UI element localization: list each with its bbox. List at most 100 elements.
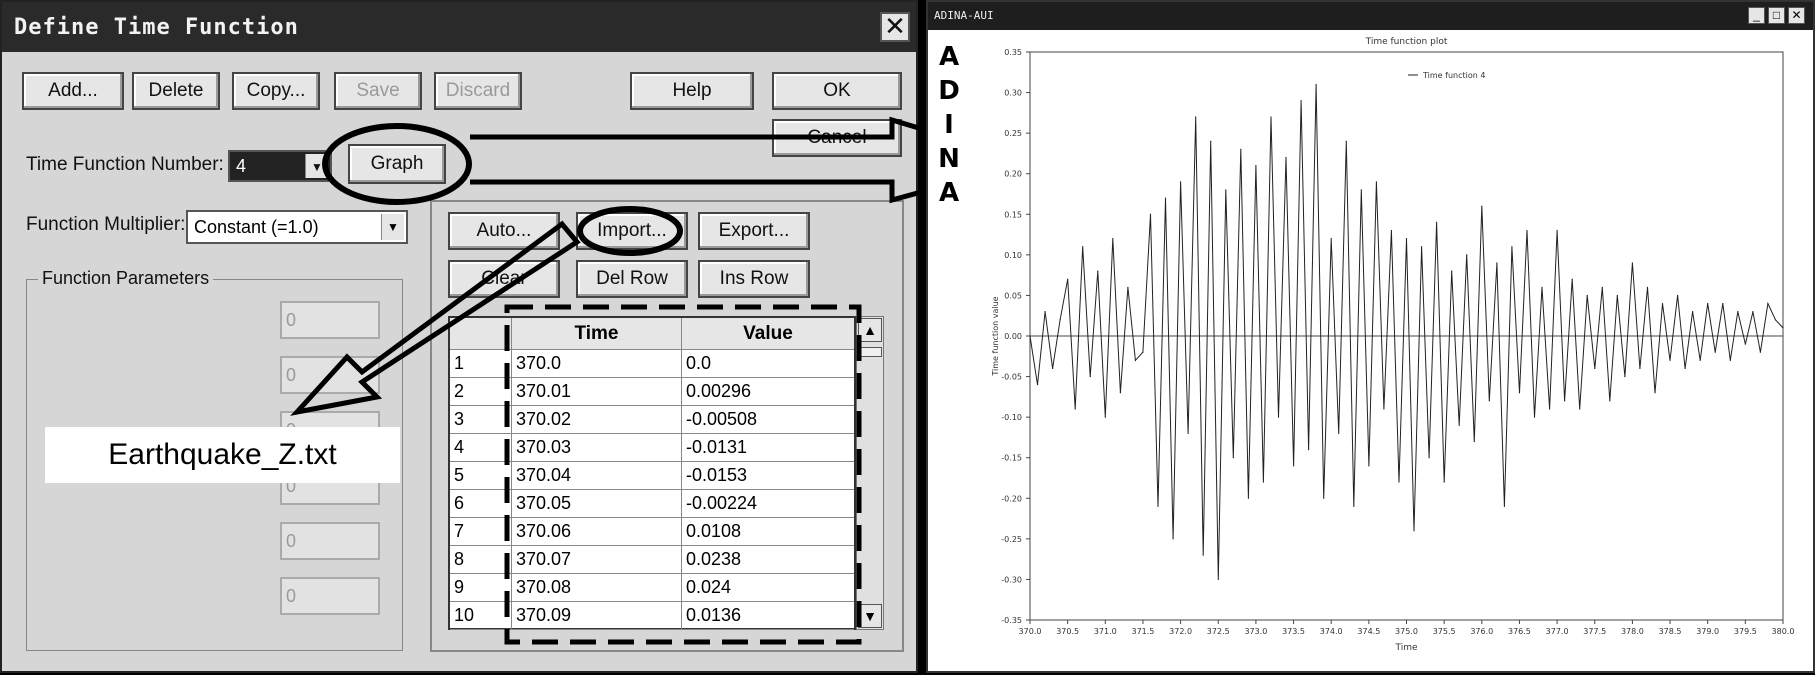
table-row[interactable]: 5 370.04 -0.0153 [450, 462, 854, 490]
row-number: 3 [450, 406, 512, 433]
value-cell[interactable]: 0.00296 [682, 378, 854, 405]
data-point [1744, 343, 1746, 345]
data-point [1390, 229, 1393, 232]
table-scrollbar[interactable]: ▲ ▼ [856, 316, 884, 630]
time-cell[interactable]: 370.06 [512, 518, 682, 545]
value-cell[interactable]: -0.00508 [682, 406, 854, 433]
data-point [1722, 302, 1724, 305]
cancel-button[interactable]: Cancel [772, 119, 902, 157]
value-cell[interactable]: 0.024 [682, 574, 854, 601]
data-point [1247, 497, 1249, 499]
value-cell[interactable]: 0.0108 [682, 518, 854, 545]
parameter-field-2[interactable]: 0 [280, 356, 380, 394]
data-point [1616, 294, 1618, 297]
x-tick-label: 375.0 [1395, 627, 1418, 636]
adina-letter: A [938, 178, 960, 208]
data-point [1195, 116, 1197, 118]
parameter-field-1[interactable]: 0 [280, 301, 380, 339]
x-tick-label: 371.0 [1094, 627, 1117, 636]
table-row[interactable]: 10 370.09 0.0136 [450, 602, 854, 630]
value-cell[interactable]: -0.0153 [682, 462, 854, 489]
data-point [1225, 189, 1227, 191]
data-point [1413, 530, 1415, 532]
time-cell[interactable]: 370.04 [512, 462, 682, 489]
time-cell[interactable]: 370.07 [512, 546, 682, 573]
adina-brand: ADINA [937, 40, 961, 210]
data-point [1270, 116, 1272, 118]
data-point [1345, 140, 1347, 142]
graph-button[interactable]: Graph [348, 144, 446, 184]
time-cell[interactable]: 370.09 [512, 602, 682, 629]
data-point [1737, 311, 1739, 313]
table-row[interactable]: 3 370.02 -0.00508 [450, 406, 854, 434]
chevron-down-icon[interactable]: ▼ [381, 214, 404, 240]
clear-button[interactable]: Clear [448, 260, 560, 298]
delete-button[interactable]: Delete [132, 72, 220, 110]
data-point [1127, 286, 1129, 288]
table-row[interactable]: 1 370.0 0.0 [450, 350, 854, 378]
time-cell[interactable]: 370.02 [512, 406, 682, 433]
time-cell[interactable]: 370.01 [512, 378, 682, 405]
dialog-title: Define Time Function [14, 15, 299, 40]
time-cell[interactable]: 370.05 [512, 490, 682, 517]
chevron-down-icon[interactable]: ▼ [305, 154, 328, 178]
auto-button[interactable]: Auto... [448, 212, 560, 250]
data-point [1556, 229, 1558, 232]
data-point [1533, 416, 1536, 418]
value-cell[interactable]: -0.0131 [682, 434, 854, 461]
value-cell[interactable]: 0.0238 [682, 546, 854, 573]
data-point [1353, 505, 1355, 507]
maximize-icon[interactable]: □ [1768, 7, 1785, 24]
discard-button[interactable]: Discard [434, 72, 522, 110]
del-row-button[interactable]: Del Row [576, 260, 688, 298]
scroll-thumb[interactable] [858, 347, 882, 357]
data-point [1104, 416, 1106, 418]
close-icon[interactable]: ✕ [880, 12, 910, 42]
table-header-time: Time [512, 318, 682, 350]
chart-title: Time function plot [1365, 37, 1448, 47]
time-function-number-select[interactable]: 4 ▼ [228, 150, 332, 182]
data-point [1526, 229, 1528, 232]
parameter-field-5[interactable]: 0 [280, 522, 380, 560]
table-row[interactable]: 2 370.01 0.00296 [450, 378, 854, 406]
value-cell[interactable]: -0.00224 [682, 490, 854, 517]
scroll-up-icon[interactable]: ▲ [858, 318, 882, 342]
data-point [1202, 554, 1204, 556]
ok-button[interactable]: OK [772, 72, 902, 110]
row-number: 9 [450, 574, 512, 601]
value-cell[interactable]: 0.0 [682, 350, 854, 377]
data-point [1119, 392, 1121, 394]
value-cell[interactable]: 0.0136 [682, 602, 854, 629]
time-cell[interactable]: 370.08 [512, 574, 682, 601]
table-row[interactable]: 9 370.08 0.024 [450, 574, 854, 602]
data-point [1149, 213, 1152, 215]
import-button[interactable]: Import... [576, 212, 688, 250]
data-point [1368, 465, 1370, 467]
aui-title: ADINA-AUI [934, 9, 994, 22]
table-row[interactable]: 8 370.07 0.0238 [450, 546, 854, 574]
close-icon[interactable]: ✕ [1788, 7, 1805, 24]
minimize-icon[interactable]: _ [1748, 7, 1765, 24]
ins-row-button[interactable]: Ins Row [698, 260, 810, 298]
table-row[interactable]: 4 370.03 -0.0131 [450, 434, 854, 462]
time-cell[interactable]: 370.03 [512, 434, 682, 461]
data-point [1661, 302, 1664, 305]
earthquake-file-label: Earthquake_Z.txt [45, 427, 400, 483]
parameter-field-6[interactable]: 0 [280, 577, 380, 615]
data-point [1511, 246, 1513, 248]
function-multiplier-select[interactable]: Constant (=1.0) ▼ [186, 210, 408, 244]
help-button[interactable]: Help [630, 72, 754, 110]
add-button[interactable]: Add... [22, 72, 124, 110]
data-point [1774, 319, 1777, 321]
time-cell[interactable]: 370.0 [512, 350, 682, 377]
y-tick-label: -0.35 [1001, 616, 1022, 625]
copy-button[interactable]: Copy... [232, 72, 320, 110]
table-row[interactable]: 7 370.06 0.0108 [450, 518, 854, 546]
export-button[interactable]: Export... [698, 212, 810, 250]
data-point [1699, 359, 1701, 361]
table-row[interactable]: 6 370.05 -0.00224 [450, 490, 854, 518]
adina-aui-window: ADINA-AUI _ □ ✕ 0.35 0.30 0.25 0.20 0.15 0.10… [926, 0, 1815, 673]
data-point [1541, 286, 1543, 288]
save-button[interactable]: Save [334, 72, 422, 110]
scroll-down-icon[interactable]: ▼ [858, 604, 882, 628]
